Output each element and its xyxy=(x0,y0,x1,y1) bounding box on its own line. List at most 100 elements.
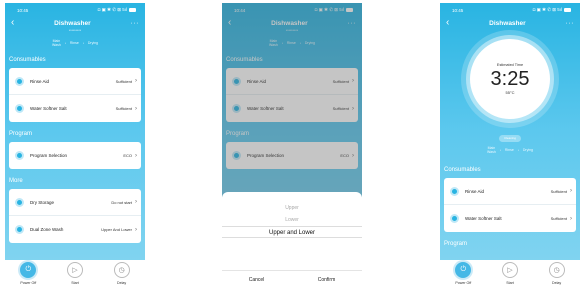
section-consumables: Consumables xyxy=(9,57,46,63)
row-rinse-aid[interactable]: Rinse Aid Sufficient › xyxy=(9,68,141,95)
row-program-selection[interactable]: Program Selection ECO › xyxy=(9,142,141,169)
stage-rinse: Rinse xyxy=(504,148,514,152)
section-program: Program xyxy=(444,241,468,247)
picker-option-lower[interactable]: Lower xyxy=(222,214,362,226)
status-time: 10:45 xyxy=(452,7,464,13)
stage-separator: • xyxy=(499,148,501,152)
stage-separator: • xyxy=(82,41,84,45)
chevron-right-icon: › xyxy=(570,215,572,222)
consumables-card: Rinse Aid Sufficient › Water Softner Sal… xyxy=(9,68,141,122)
status-bar: 10:45 ◘ ▣ ✱ ✆ ⊠ 5ıl xyxy=(5,3,145,17)
stage-rinse: Rinse xyxy=(69,41,79,45)
app-bar: ‹ Dishwasher ··· xyxy=(440,17,580,29)
row-value: Sufficient xyxy=(550,216,567,221)
nav-label: Power Off xyxy=(455,281,472,285)
screen-main: 10:45 ◘ ▣ ✱ ✆ ⊠ 5ıl ‹ Dishwasher ··· ***… xyxy=(5,3,145,288)
time-dial: Estimated Time 3:25 55°C xyxy=(470,39,550,119)
row-rinse-aid[interactable]: Rinse Aid Sufficient › xyxy=(444,178,576,205)
chevron-right-icon: › xyxy=(135,152,137,159)
nav-label: Start xyxy=(71,281,79,285)
dry-storage-icon xyxy=(15,197,24,207)
clock-icon: ◷ xyxy=(548,262,565,278)
battery-icon xyxy=(564,8,571,12)
row-value: Upper And Lower xyxy=(101,227,132,232)
row-value: Do not start xyxy=(111,199,132,205)
back-icon[interactable]: ‹ xyxy=(446,18,449,28)
play-icon: ▷ xyxy=(501,262,518,278)
start-button[interactable]: ▷ Start xyxy=(490,262,530,285)
screen-picker: 10:44 ◘ ▣ ✱ ✆ ⊠ 5ıl ‹ Dishwasher ··· ***… xyxy=(222,3,362,288)
wash-stages: Main Wash • Rinse • Drying xyxy=(5,38,145,48)
program-icon xyxy=(15,151,24,160)
zone-picker-sheet: Upper Lower Upper and Lower Cancel Confi… xyxy=(222,192,362,288)
chevron-right-icon: › xyxy=(135,226,137,233)
screen-running: 10:45 ◘ ▣ ✱ ✆ ⊠ 5ıl ‹ Dishwasher ··· Est… xyxy=(440,3,580,288)
row-value: Sufficient xyxy=(115,78,132,84)
delay-button[interactable]: ◷ Delay xyxy=(537,262,577,285)
device-subtitle: ********* xyxy=(68,29,82,33)
bottom-nav: ⏻ Power Off ▷ Start ◷ Delay xyxy=(5,260,145,288)
row-dual-zone-wash[interactable]: Dual Zone Wash Upper And Lower › xyxy=(9,216,141,243)
wash-stages: Main Wash • Rinse • Drying xyxy=(440,145,580,155)
row-value: ECO xyxy=(123,153,132,158)
row-label: Water Softner Salt xyxy=(30,106,67,111)
status-icons: ◘ ▣ ✱ ✆ ⊠ 5ıl xyxy=(97,7,127,12)
row-label: Water Softner Salt xyxy=(465,216,502,221)
rinse-aid-icon xyxy=(450,186,459,196)
stage-main-wash: Main Wash xyxy=(486,146,496,154)
page-title: Dishwasher xyxy=(489,19,526,27)
stage-separator: • xyxy=(517,148,519,152)
start-button[interactable]: ▷ Start xyxy=(55,262,95,285)
picker-wheel[interactable]: Upper Lower Upper and Lower xyxy=(222,202,362,238)
temperature: 55°C xyxy=(505,90,515,95)
bottom-nav: ⏻ Power Off ▷ Start ◷ Delay xyxy=(440,260,580,288)
picker-option-upper-and-lower[interactable]: Upper and Lower xyxy=(222,226,362,238)
row-value: Sufficient xyxy=(550,188,567,194)
battery-icon xyxy=(129,8,136,12)
picker-actions: Cancel Confirm xyxy=(222,270,362,288)
status-icons: ◘ ▣ ✱ ✆ ⊠ 5ıl xyxy=(532,7,562,12)
salt-icon xyxy=(15,104,24,113)
row-value: Sufficient xyxy=(115,106,132,111)
confirm-button[interactable]: Confirm xyxy=(318,277,336,283)
nav-label: Delay xyxy=(117,281,127,285)
salt-icon xyxy=(450,214,459,223)
page-title: Dishwasher xyxy=(54,19,91,27)
consumables-card: Rinse Aid Sufficient › Water Softner Sal… xyxy=(444,178,576,232)
back-icon[interactable]: ‹ xyxy=(11,18,14,28)
more-icon[interactable]: ··· xyxy=(131,20,140,27)
row-label: Rinse Aid xyxy=(465,188,485,194)
row-label: Program Selection xyxy=(30,153,68,158)
stage-main-wash: Main Wash xyxy=(51,39,61,47)
power-icon: ⏻ xyxy=(20,262,37,278)
picker-option-upper[interactable]: Upper xyxy=(222,202,362,214)
section-program: Program xyxy=(9,131,33,137)
nav-label: Delay xyxy=(552,281,562,285)
row-dry-storage[interactable]: Dry Storage Do not start › xyxy=(9,189,141,216)
power-icon: ⏻ xyxy=(455,262,472,278)
dual-zone-icon xyxy=(15,225,24,234)
row-label: Dual Zone Wash xyxy=(30,227,64,232)
clock-icon: ◷ xyxy=(113,262,130,278)
row-water-softner-salt[interactable]: Water Softner Salt Sufficient › xyxy=(9,95,141,122)
delay-button[interactable]: ◷ Delay xyxy=(102,262,142,285)
chevron-right-icon: › xyxy=(135,105,137,112)
row-label: Rinse Aid xyxy=(30,78,50,84)
stage-drying: Drying xyxy=(87,41,99,45)
power-off-button[interactable]: ⏻ Power Off xyxy=(8,262,48,285)
nav-label: Start xyxy=(506,281,514,285)
cancel-button[interactable]: Cancel xyxy=(249,277,265,283)
chevron-right-icon: › xyxy=(135,199,137,205)
row-water-softner-salt[interactable]: Water Softner Salt Sufficient › xyxy=(444,205,576,232)
stage-drying: Drying xyxy=(522,148,534,152)
power-off-button[interactable]: ⏻ Power Off xyxy=(443,262,483,285)
chevron-right-icon: › xyxy=(570,188,572,194)
nav-label: Power Off xyxy=(20,281,37,285)
more-icon[interactable]: ··· xyxy=(566,20,575,27)
section-consumables: Consumables xyxy=(444,167,481,173)
chevron-right-icon: › xyxy=(135,78,137,84)
estimated-time: 3:25 xyxy=(490,68,530,90)
play-icon: ▷ xyxy=(66,262,83,278)
row-label: Dry Storage xyxy=(30,199,55,205)
app-bar: ‹ Dishwasher ··· xyxy=(5,17,145,29)
